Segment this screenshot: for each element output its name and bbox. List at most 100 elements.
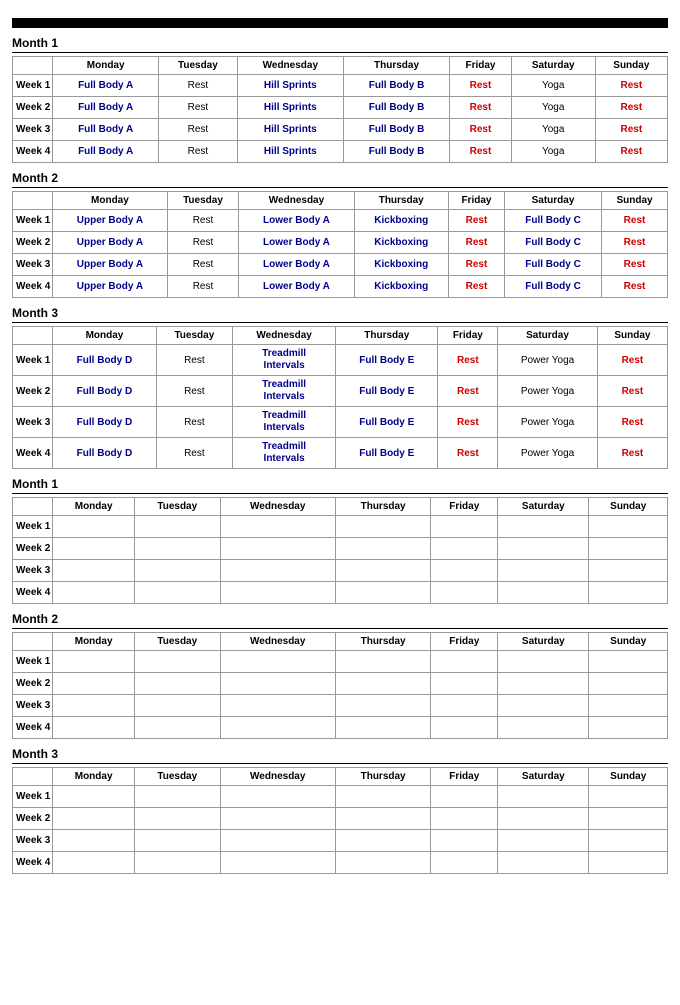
empty-cell[interactable] bbox=[335, 673, 430, 695]
empty-cell[interactable] bbox=[220, 830, 335, 852]
empty-cell[interactable] bbox=[498, 538, 589, 560]
empty-cell[interactable] bbox=[220, 538, 335, 560]
empty-cell[interactable] bbox=[431, 538, 498, 560]
empty-cell[interactable] bbox=[134, 695, 220, 717]
empty-cell[interactable] bbox=[335, 695, 430, 717]
empty-cell[interactable] bbox=[431, 516, 498, 538]
empty-cell[interactable] bbox=[335, 830, 430, 852]
schedule-cell: Lower Body A bbox=[239, 210, 354, 232]
schedule-cell: Hill Sprints bbox=[237, 97, 343, 119]
empty-cell[interactable] bbox=[53, 582, 135, 604]
empty-cell[interactable] bbox=[53, 673, 135, 695]
empty-cell[interactable] bbox=[589, 808, 668, 830]
empty-cell[interactable] bbox=[498, 808, 589, 830]
empty-cell[interactable] bbox=[589, 673, 668, 695]
empty-cell[interactable] bbox=[134, 560, 220, 582]
empty-cell[interactable] bbox=[335, 786, 430, 808]
day-header: Friday bbox=[448, 192, 504, 210]
empty-cell[interactable] bbox=[53, 695, 135, 717]
empty-cell[interactable] bbox=[589, 538, 668, 560]
empty-cell[interactable] bbox=[335, 582, 430, 604]
day-header: Sunday bbox=[597, 327, 667, 345]
empty-cell[interactable] bbox=[220, 808, 335, 830]
schedule-cell: Full Body C bbox=[505, 276, 602, 298]
week-label: Week 4 bbox=[13, 141, 53, 163]
empty-cell[interactable] bbox=[589, 516, 668, 538]
empty-cell[interactable] bbox=[220, 582, 335, 604]
schedule-cell: Yoga bbox=[511, 119, 595, 141]
empty-cell[interactable] bbox=[589, 786, 668, 808]
empty-cell[interactable] bbox=[498, 582, 589, 604]
empty-cell[interactable] bbox=[134, 786, 220, 808]
empty-cell[interactable] bbox=[134, 651, 220, 673]
empty-cell[interactable] bbox=[431, 808, 498, 830]
empty-cell[interactable] bbox=[134, 582, 220, 604]
empty-cell[interactable] bbox=[53, 516, 135, 538]
empty-cell[interactable] bbox=[335, 808, 430, 830]
empty-cell[interactable] bbox=[134, 852, 220, 874]
empty-cell[interactable] bbox=[134, 538, 220, 560]
schedule-cell: Rest bbox=[450, 75, 512, 97]
empty-cell[interactable] bbox=[134, 673, 220, 695]
empty-cell[interactable] bbox=[335, 852, 430, 874]
empty-cell[interactable] bbox=[53, 651, 135, 673]
empty-cell[interactable] bbox=[498, 852, 589, 874]
day-header: Saturday bbox=[498, 327, 598, 345]
empty-cell[interactable] bbox=[220, 695, 335, 717]
empty-cell[interactable] bbox=[498, 516, 589, 538]
empty-cell[interactable] bbox=[498, 717, 589, 739]
schedule-cell: Yoga bbox=[511, 97, 595, 119]
empty-cell[interactable] bbox=[53, 786, 135, 808]
empty-cell[interactable] bbox=[431, 560, 498, 582]
empty-cell[interactable] bbox=[431, 695, 498, 717]
day-header: Thursday bbox=[343, 57, 449, 75]
empty-cell[interactable] bbox=[589, 852, 668, 874]
empty-cell[interactable] bbox=[220, 516, 335, 538]
empty-cell[interactable] bbox=[589, 560, 668, 582]
empty-cell[interactable] bbox=[589, 717, 668, 739]
day-header: Tuesday bbox=[134, 768, 220, 786]
empty-cell[interactable] bbox=[431, 852, 498, 874]
empty-cell[interactable] bbox=[589, 651, 668, 673]
table-row: Week 1 bbox=[13, 786, 668, 808]
empty-cell[interactable] bbox=[134, 516, 220, 538]
empty-cell[interactable] bbox=[53, 538, 135, 560]
empty-cell[interactable] bbox=[335, 516, 430, 538]
empty-cell[interactable] bbox=[53, 852, 135, 874]
empty-cell[interactable] bbox=[431, 717, 498, 739]
empty-cell[interactable] bbox=[220, 717, 335, 739]
empty-cell[interactable] bbox=[498, 830, 589, 852]
empty-cell[interactable] bbox=[431, 786, 498, 808]
empty-cell[interactable] bbox=[589, 695, 668, 717]
empty-cell[interactable] bbox=[335, 538, 430, 560]
empty-cell[interactable] bbox=[498, 786, 589, 808]
empty-cell[interactable] bbox=[53, 717, 135, 739]
empty-cell[interactable] bbox=[134, 717, 220, 739]
empty-cell[interactable] bbox=[220, 673, 335, 695]
empty-cell[interactable] bbox=[431, 651, 498, 673]
empty-cell[interactable] bbox=[134, 808, 220, 830]
empty-cell[interactable] bbox=[134, 830, 220, 852]
empty-cell[interactable] bbox=[220, 786, 335, 808]
empty-cell[interactable] bbox=[220, 852, 335, 874]
day-header: Wednesday bbox=[220, 498, 335, 516]
empty-cell[interactable] bbox=[220, 651, 335, 673]
empty-cell[interactable] bbox=[498, 695, 589, 717]
empty-cell[interactable] bbox=[53, 808, 135, 830]
empty-cell[interactable] bbox=[589, 830, 668, 852]
empty-cell[interactable] bbox=[335, 560, 430, 582]
empty-cell[interactable] bbox=[498, 673, 589, 695]
empty-cell[interactable] bbox=[431, 673, 498, 695]
empty-cell[interactable] bbox=[431, 582, 498, 604]
empty-cell[interactable] bbox=[498, 560, 589, 582]
day-header: Wednesday bbox=[237, 57, 343, 75]
empty-cell[interactable] bbox=[335, 717, 430, 739]
empty-cell[interactable] bbox=[220, 560, 335, 582]
empty-cell[interactable] bbox=[431, 830, 498, 852]
empty-cell[interactable] bbox=[53, 560, 135, 582]
empty-cell[interactable] bbox=[53, 830, 135, 852]
schedule-cell: Rest bbox=[159, 97, 238, 119]
empty-cell[interactable] bbox=[335, 651, 430, 673]
empty-cell[interactable] bbox=[589, 582, 668, 604]
empty-cell[interactable] bbox=[498, 651, 589, 673]
